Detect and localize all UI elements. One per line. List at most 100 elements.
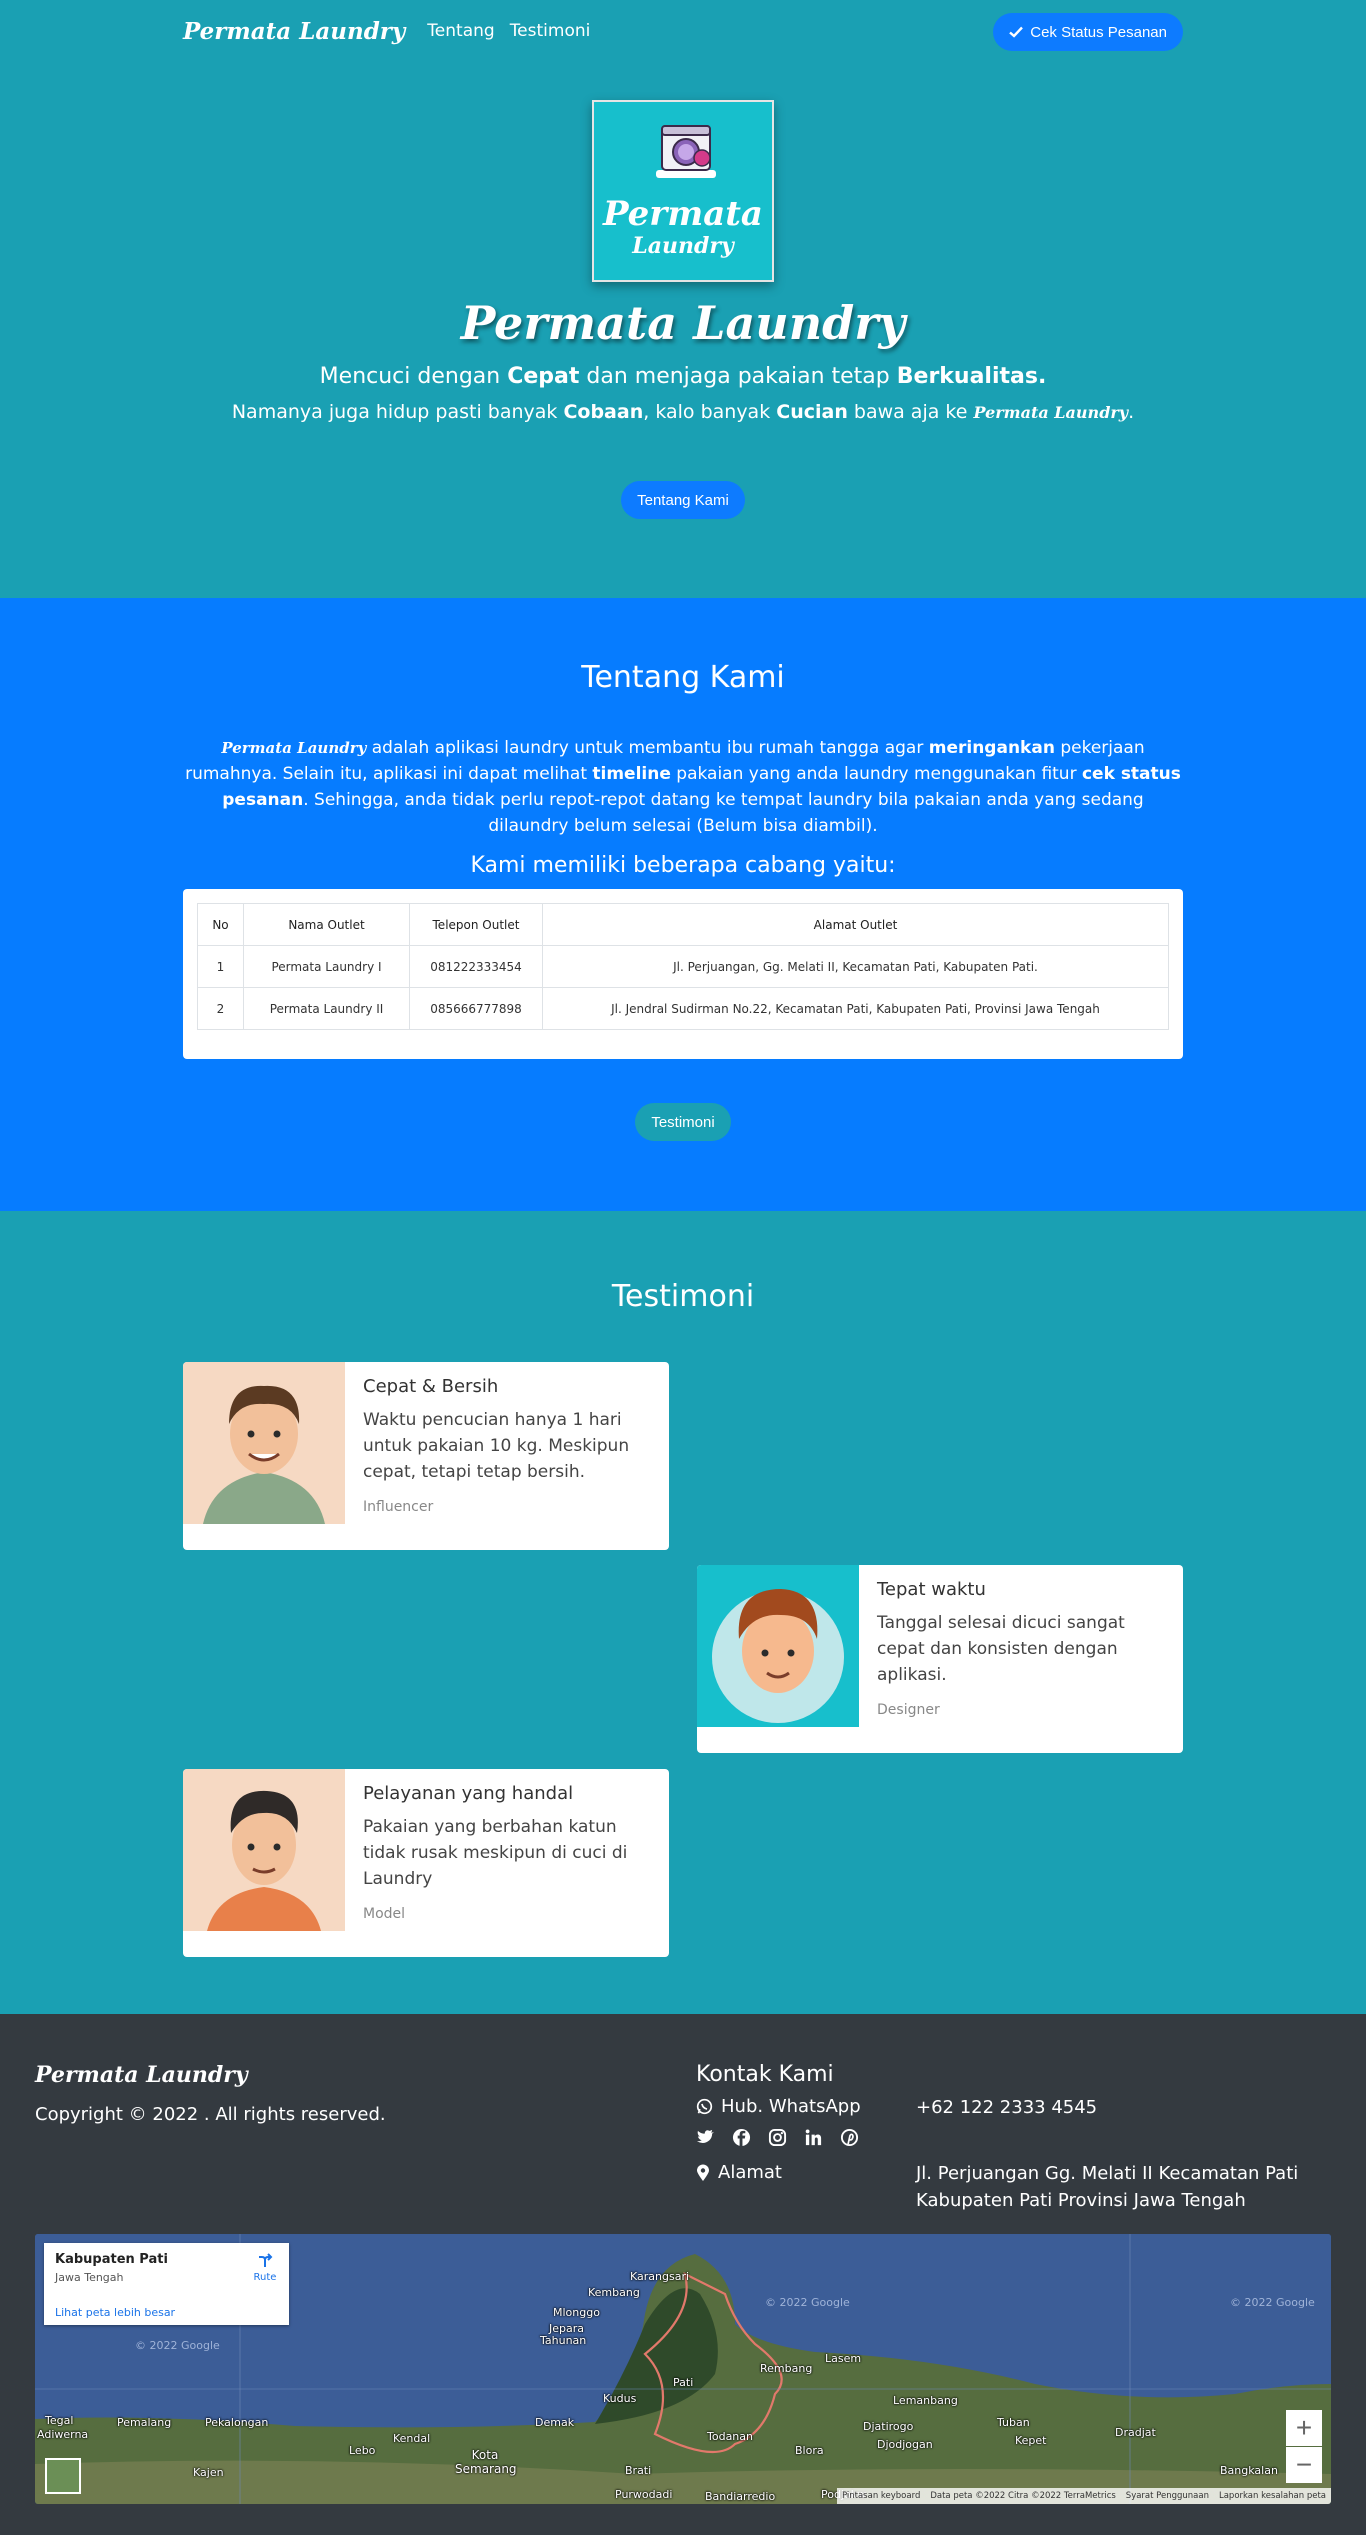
map-attr-data: Data peta ©2022 Citra ©2022 TerraMetrics <box>930 2491 1116 2501</box>
table-row: 1 Permata Laundry I 081222333454 Jl. Per… <box>197 945 1169 988</box>
facebook-icon[interactable] <box>732 2128 751 2147</box>
testimoni-section: Testimoni Cepat & Bersih Waktu pencucian… <box>0 1211 1366 2014</box>
tagline-text: Mencuci dengan <box>319 364 508 389</box>
check-status-button[interactable]: Cek Status Pesanan <box>993 13 1183 51</box>
col-header-no: No <box>197 903 244 946</box>
map-attr-keyboard[interactable]: Pintasan keyboard <box>842 2491 920 2501</box>
subtagline-brand: Permata Laundry <box>973 403 1129 422</box>
directions-icon <box>259 2253 273 2267</box>
twitter-icon[interactable] <box>696 2128 715 2147</box>
map-label: Lebo <box>349 2444 376 2457</box>
about-bold-meringankan: meringankan <box>928 738 1055 758</box>
pinterest-icon[interactable] <box>840 2128 859 2147</box>
tentang-kami-button[interactable]: Tentang Kami <box>621 481 745 519</box>
navbar: Permata Laundry Tentang Testimoni Cek St… <box>0 0 1366 62</box>
table-header-row: No Nama Outlet Telepon Outlet Alamat Out… <box>197 903 1169 946</box>
subtagline-text: Namanya juga hidup pasti banyak <box>231 401 564 423</box>
about-section: Tentang Kami Permata Laundry adalah apli… <box>0 598 1366 1211</box>
map-label: Pemalang <box>117 2416 172 2429</box>
address-label: Alamat <box>718 2162 782 2183</box>
avatar-influencer <box>183 1362 345 1524</box>
map-label: Demak <box>535 2416 575 2429</box>
testimoni-button[interactable]: Testimoni <box>635 1103 731 1141</box>
subtagline-text: . <box>1128 401 1135 423</box>
nav-link-tentang[interactable]: Tentang <box>427 21 494 41</box>
map-label: Djatirogo <box>863 2420 914 2433</box>
map-label: Bandiarredio <box>705 2490 776 2503</box>
map-label: Blora <box>795 2444 824 2457</box>
whatsapp-link[interactable]: Hub. WhatsApp <box>696 2096 861 2117</box>
map-zoom-in-button[interactable]: + <box>1286 2410 1322 2446</box>
hero-tagline: Mencuci dengan Cepat dan menjaga pakaian… <box>0 364 1366 389</box>
embedded-map[interactable]: © 2022 Google © 2022 Google © 2022 Googl… <box>35 2234 1331 2504</box>
map-label: Rembang <box>760 2362 813 2375</box>
branches-table: No Nama Outlet Telepon Outlet Alamat Out… <box>197 903 1169 1030</box>
map-label: Kajen <box>193 2466 224 2479</box>
linkedin-icon[interactable] <box>804 2128 823 2147</box>
map-attr-terms[interactable]: Syarat Penggunaan <box>1126 2491 1209 2501</box>
testimonial-title: Tepat waktu <box>877 1579 986 1600</box>
about-bold-timeline: timeline <box>592 764 671 784</box>
about-text-part: pakaian yang anda laundry menggunakan fi… <box>670 764 1082 784</box>
navbar-brand[interactable]: Permata Laundry <box>183 18 405 45</box>
map-label: Tuban <box>997 2416 1030 2429</box>
map-route-button[interactable]: Rute <box>250 2251 280 2283</box>
map-label: Dradjat <box>1115 2426 1156 2439</box>
map-attr-report[interactable]: Laporkan kesalahan peta <box>1219 2491 1326 2501</box>
cell-nama: Permata Laundry II <box>243 987 410 1030</box>
map-label-semarang: Kota Semarang <box>455 2448 517 2476</box>
hero-subtagline: Namanya juga hidup pasti banyak Cobaan, … <box>0 401 1366 423</box>
testimonial-role: Designer <box>877 1702 940 1718</box>
map-label: Brati <box>625 2464 652 2477</box>
map-label: Tegal <box>45 2414 74 2427</box>
hero-section: Permata Laundry Permata Laundry Mencuci … <box>0 0 1366 598</box>
cell-alamat: Jl. Jendral Sudirman No.22, Kecamatan Pa… <box>542 987 1169 1030</box>
avatar-model <box>183 1769 345 1931</box>
subtagline-text: , kalo banyak <box>643 401 777 423</box>
map-label: Karangsari <box>630 2270 690 2283</box>
subtagline-bold-cucian: Cucian <box>776 401 848 423</box>
cell-no: 2 <box>197 987 244 1030</box>
footer-brand: Permata Laundry <box>35 2062 248 2088</box>
footer-copyright: Copyright © 2022 . All rights reserved. <box>35 2104 386 2125</box>
map-label: Kudus <box>603 2392 637 2405</box>
map-label: Kendal <box>393 2432 431 2445</box>
map-larger-link[interactable]: Lihat peta lebih besar <box>55 2306 175 2319</box>
map-label: Purwodadi <box>615 2488 673 2501</box>
tagline-bold-berkualitas: Berkualitas. <box>896 364 1047 389</box>
map-label: Kepet <box>1015 2434 1047 2447</box>
testimonial-text: Tanggal selesai dicuci sangat cepat dan … <box>877 1613 1125 1685</box>
testimonial-title: Cepat & Bersih <box>363 1376 499 1397</box>
footer: Permata Laundry Copyright © 2022 . All r… <box>0 2014 1366 2535</box>
nav-link-testimoni[interactable]: Testimoni <box>510 21 591 41</box>
map-watermark: © 2022 Google <box>1230 2296 1315 2309</box>
testimonial-text: Pakaian yang berbahan katun tidak rusak … <box>363 1817 628 1889</box>
address-line-2: Kabupaten Pati Provinsi Jawa Tengah <box>916 2190 1246 2211</box>
map-label: Tahunan <box>540 2334 587 2347</box>
map-label: Mlonggo <box>553 2306 600 2319</box>
map-zoom-out-button[interactable]: − <box>1286 2447 1322 2483</box>
testimonial-role: Influencer <box>363 1499 434 1515</box>
map-label: Kembang <box>588 2286 640 2299</box>
instagram-icon[interactable] <box>768 2128 787 2147</box>
testimonial-card-2: Tepat waktu Tanggal selesai dicuci sanga… <box>697 1565 1183 1753</box>
address-value: Jl. Perjuangan Gg. Melati II Kecamatan P… <box>916 2160 1298 2214</box>
map-label: Pati <box>673 2376 694 2389</box>
branches-table-card: No Nama Outlet Telepon Outlet Alamat Out… <box>183 889 1183 1059</box>
cell-telepon: 085666777898 <box>409 987 543 1030</box>
about-text: Permata Laundry adalah aplikasi laundry … <box>183 735 1183 839</box>
cell-nama: Permata Laundry I <box>243 945 410 988</box>
address-line-1: Jl. Perjuangan Gg. Melati II Kecamatan P… <box>916 2163 1299 2184</box>
avatar-designer <box>697 1565 859 1727</box>
map-satellite-toggle[interactable] <box>45 2458 81 2494</box>
contact-title: Kontak Kami <box>696 2062 834 2087</box>
map-place-card: Kabupaten Pati Jawa Tengah Lihat peta le… <box>44 2243 289 2325</box>
map-watermark: © 2022 Google <box>765 2296 850 2309</box>
map-marker-icon <box>697 2164 709 2181</box>
logo-text-permata: Permata <box>603 194 763 234</box>
subtagline-text: bawa aja ke <box>847 401 974 423</box>
whatsapp-icon <box>696 2098 713 2115</box>
about-text-part: adalah aplikasi laundry untuk membantu i… <box>366 738 929 758</box>
table-row: 2 Permata Laundry II 085666777898 Jl. Je… <box>197 987 1169 1030</box>
map-label: Adiwerna <box>37 2428 89 2441</box>
